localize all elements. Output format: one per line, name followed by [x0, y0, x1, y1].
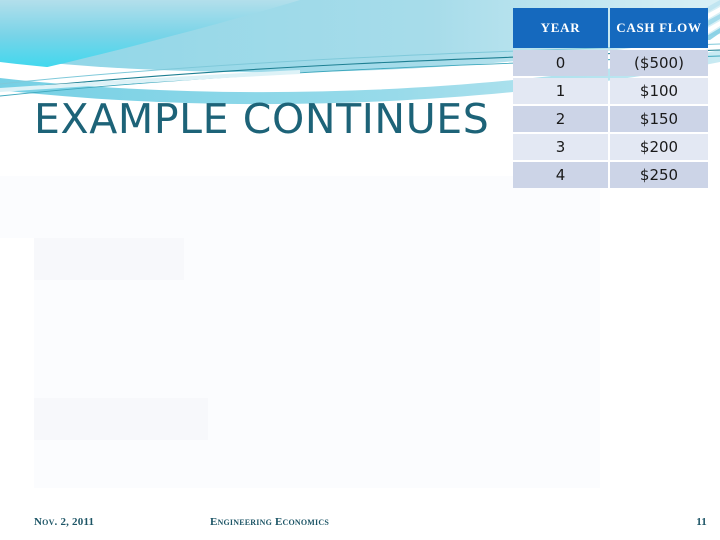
cell-year: 3 [513, 134, 608, 160]
content-placeholder-4 [34, 280, 600, 398]
table-row: 2 $150 [513, 106, 708, 132]
content-placeholder-6 [208, 398, 600, 440]
content-placeholder-5 [34, 398, 208, 440]
cell-year: 2 [513, 106, 608, 132]
content-placeholder-1 [0, 176, 600, 238]
cell-year: 0 [513, 50, 608, 76]
table-row: 4 $250 [513, 162, 708, 188]
cash-flow-table: YEAR CASH FLOW 0 ($500) 1 $100 2 $150 3 … [511, 6, 710, 190]
presentation-slide: EXAMPLE CONTINUES YEAR CASH FLOW 0 ($500… [0, 0, 720, 540]
swoosh-left-gradient [0, 0, 300, 78]
table-row: 3 $200 [513, 134, 708, 160]
content-placeholder-2 [34, 238, 184, 280]
cell-cash-flow: $200 [610, 134, 708, 160]
cell-year: 1 [513, 78, 608, 104]
cell-cash-flow: $150 [610, 106, 708, 132]
cell-year: 4 [513, 162, 608, 188]
footer-date: Nov. 2, 2011 [34, 516, 95, 528]
cell-cash-flow: $100 [610, 78, 708, 104]
table-header-row: YEAR CASH FLOW [513, 8, 708, 48]
slide-title: EXAMPLE CONTINUES [34, 95, 490, 143]
content-placeholder-7 [34, 440, 600, 488]
column-header-year: YEAR [513, 8, 608, 48]
table-row: 0 ($500) [513, 50, 708, 76]
footer-page-number: 11 [696, 516, 707, 528]
column-header-cash-flow: CASH FLOW [610, 8, 708, 48]
content-placeholder-3 [184, 238, 600, 280]
footer-topic: Engineering Economics [210, 516, 329, 528]
cell-cash-flow: $250 [610, 162, 708, 188]
cell-cash-flow: ($500) [610, 50, 708, 76]
table-row: 1 $100 [513, 78, 708, 104]
